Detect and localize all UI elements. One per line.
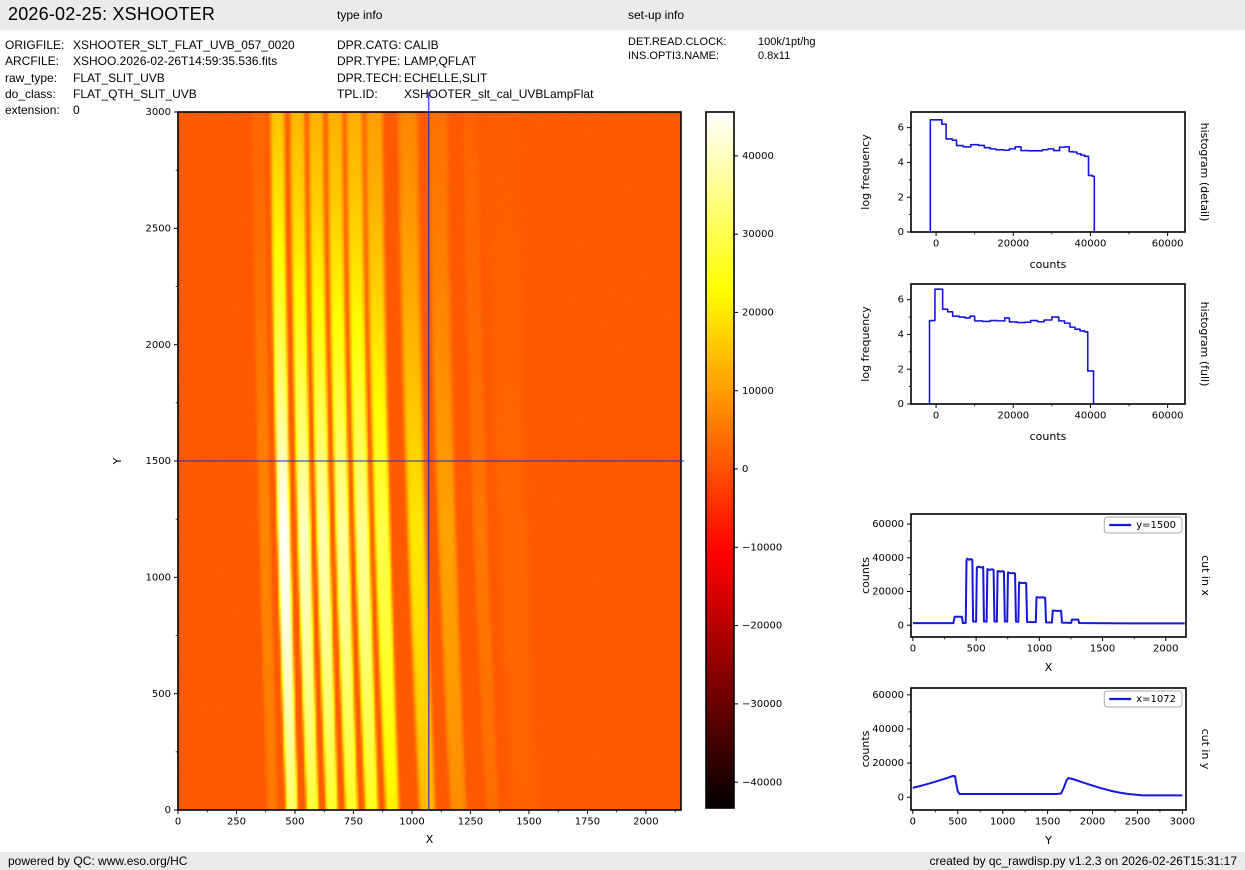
- type-info-row: DPR.CATG: CALIB: [337, 37, 593, 53]
- main-image-plot: [100, 85, 720, 865]
- setup-info-value: 100k/1pt/hg: [758, 36, 816, 48]
- file-info-value: XSHOO.2026-02-26T14:59:35.536.fits: [73, 54, 278, 69]
- histogram-full-plot: [855, 272, 1223, 447]
- colorbar: [695, 100, 815, 815]
- file-info-row: ORIGFILE: XSHOOTER_SLT_FLAT_UVB_057_0020: [5, 37, 295, 53]
- file-info-label: do_class:: [5, 86, 56, 101]
- file-info-value: 0: [73, 103, 80, 118]
- file-info-label: extension:: [5, 103, 60, 118]
- type-info-heading: type info: [337, 8, 383, 22]
- type-info-value: CALIB: [404, 38, 439, 52]
- type-info-row: DPR.TYPE: LAMP,QFLAT: [337, 53, 593, 69]
- file-info-label: ARCFILE:: [5, 54, 60, 69]
- histogram-detail-plot: [855, 100, 1223, 275]
- page-title: 2026-02-25: XSHOOTER: [8, 4, 216, 24]
- setup-info-value: 0.8x11: [758, 49, 791, 62]
- setup-info-label: DET.READ.CLOCK:: [628, 36, 727, 48]
- type-info-value: LAMP,QFLAT: [404, 54, 477, 69]
- setup-info-heading: set-up info: [628, 8, 685, 22]
- setup-info-row: DET.READ.CLOCK: 100k/1pt/hg: [628, 36, 816, 50]
- setup-info-row: INS.OPTI3.NAME: 0.8x11: [628, 50, 816, 64]
- type-info-label: DPR.TECH:: [337, 70, 402, 85]
- cut-in-y-plot: [855, 674, 1223, 852]
- file-info-label: raw_type:: [5, 70, 58, 85]
- type-info-row: DPR.TECH: ECHELLE,SLIT: [337, 70, 593, 86]
- file-info-value: XSHOOTER_SLT_FLAT_UVB_057_0020: [73, 38, 295, 52]
- file-info-label: ORIGFILE:: [5, 38, 65, 52]
- cut-in-x-plot: [855, 500, 1223, 672]
- footer-created-by: created by qc_rawdisp.py v1.2.3 on 2026-…: [929, 854, 1237, 868]
- type-info-label: DPR.CATG:: [337, 38, 402, 52]
- header-bar: 2026-02-25: XSHOOTER type info set-up in…: [0, 0, 1245, 30]
- setup-info-list: DET.READ.CLOCK: 100k/1pt/hg INS.OPTI3.NAME…: [628, 36, 816, 63]
- file-info-row: ARCFILE: XSHOO.2026-02-26T14:59:35.536.fi…: [5, 53, 295, 69]
- setup-info-label: INS.OPTI3.NAME:: [628, 49, 720, 62]
- file-info-value: FLAT_SLIT_UVB: [73, 70, 165, 85]
- footer-powered-by: powered by QC: www.eso.org/HC: [8, 854, 188, 868]
- type-info-label: DPR.TYPE:: [337, 54, 401, 69]
- file-info-row: raw_type: FLAT_SLIT_UVB: [5, 70, 295, 86]
- qc-rawdisp-page: 2026-02-25: XSHOOTER type info set-up in…: [0, 0, 1245, 870]
- type-info-value: ECHELLE,SLIT: [404, 70, 488, 85]
